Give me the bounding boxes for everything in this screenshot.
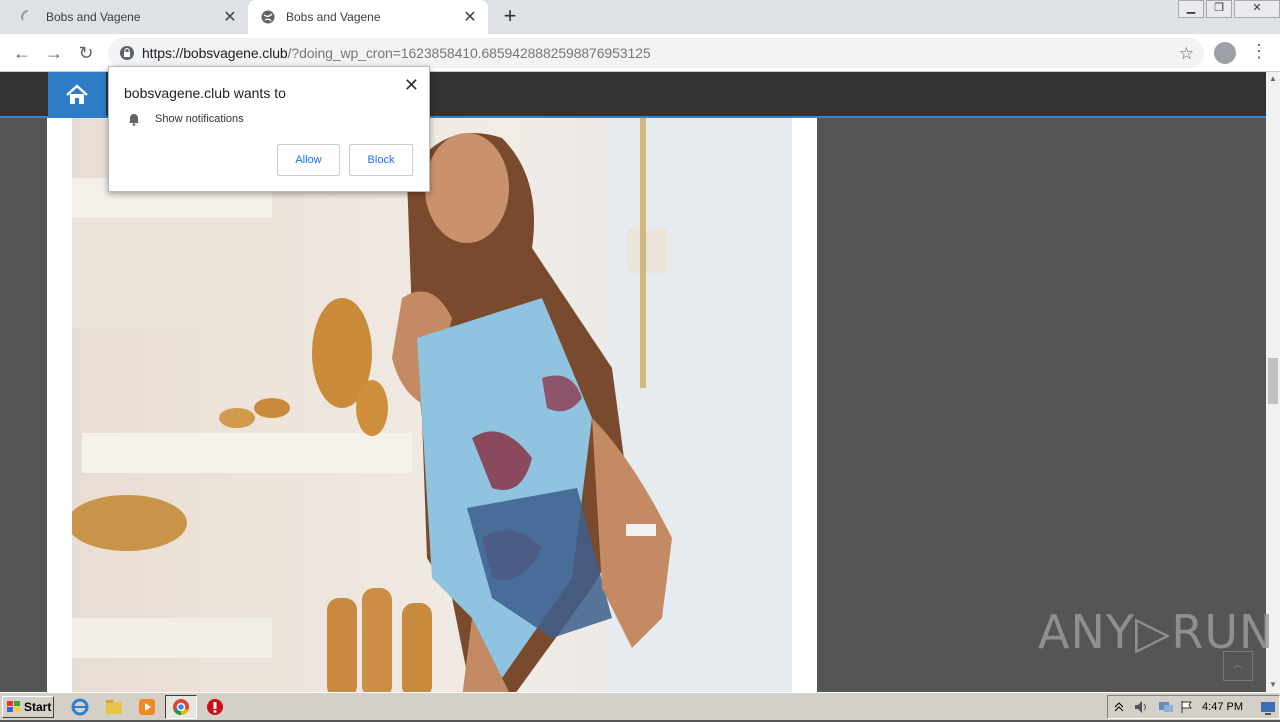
close-tab-icon[interactable]: ✕ [458, 7, 482, 27]
forward-icon[interactable]: → [42, 41, 66, 65]
anyrun-watermark: ANY▷RUN [1038, 605, 1275, 659]
network-icon[interactable] [1158, 700, 1173, 714]
internet-explorer-icon[interactable] [70, 697, 90, 717]
close-dialog-icon[interactable]: ✕ [404, 75, 419, 96]
allow-button[interactable]: Allow [277, 144, 340, 176]
start-label: Start [24, 700, 52, 714]
scroll-thumb[interactable] [1268, 358, 1278, 404]
taskbar-clock[interactable]: 4:47 PM [1202, 701, 1243, 713]
globe-icon [260, 9, 276, 25]
profile-avatar-icon[interactable] [1214, 42, 1236, 64]
show-desktop-icon[interactable] [1260, 701, 1275, 715]
tab-strip: Bobs and Vagene ✕ Bobs and Vagene ✕ + ▁ … [0, 0, 1280, 34]
bookmark-star-icon[interactable]: ☆ [1179, 44, 1194, 64]
tab-title: Bobs and Vagene [286, 10, 381, 24]
menu-icon[interactable]: ⋮ [1250, 41, 1268, 62]
back-icon[interactable]: ← [10, 41, 34, 65]
tray-expand-icon[interactable] [1114, 700, 1128, 714]
taskbar: Start 4:47 PM [0, 692, 1280, 720]
reload-icon[interactable]: ↻ [74, 41, 98, 65]
url-text: https://bobsvagene.club/?doing_wp_cron=1… [142, 45, 651, 61]
loading-spinner-icon [20, 9, 36, 25]
tab-1[interactable]: Bobs and Vagene ✕ [8, 0, 248, 34]
scroll-up-icon[interactable]: ▲ [1266, 72, 1280, 86]
scroll-down-icon[interactable]: ▼ [1266, 678, 1280, 692]
permission-label: Show notifications [155, 113, 244, 125]
chrome-icon [173, 699, 189, 716]
start-button[interactable]: Start [2, 696, 54, 718]
lock-icon [120, 46, 134, 60]
page-scrollbar[interactable]: ▲ ▼ [1266, 72, 1280, 692]
system-tray: 4:47 PM [1107, 695, 1280, 719]
windows-flag-icon [7, 701, 20, 712]
home-button[interactable] [48, 72, 106, 118]
window-controls: ▁ ❐ ✕ [1176, 0, 1280, 20]
tab-title: Bobs and Vagene [46, 10, 141, 24]
tab-2[interactable]: Bobs and Vagene ✕ [248, 0, 488, 34]
file-explorer-icon[interactable] [104, 697, 124, 717]
media-player-icon[interactable] [137, 697, 157, 717]
chrome-taskbar-button[interactable] [165, 695, 197, 719]
url-host: https://bobsvagene.club [142, 45, 288, 61]
url-path: /?doing_wp_cron=1623858410.6859428882598… [287, 45, 651, 61]
restore-icon[interactable]: ❐ [1206, 0, 1232, 18]
dialog-title: bobsvagene.club wants to [124, 85, 286, 101]
post-image[interactable] [72, 118, 792, 692]
opera-icon[interactable] [205, 697, 225, 717]
home-icon [66, 84, 88, 104]
permission-row: Show notifications [127, 112, 244, 126]
minimize-icon[interactable]: ▁ [1178, 0, 1204, 18]
browser-window: Bobs and Vagene ✕ Bobs and Vagene ✕ + ▁ … [0, 0, 1280, 720]
address-bar[interactable]: https://bobsvagene.club/?doing_wp_cron=1… [108, 38, 1204, 68]
close-window-icon[interactable]: ✕ [1234, 0, 1280, 18]
new-tab-button[interactable]: + [498, 5, 522, 29]
notification-permission-dialog: bobsvagene.club wants to ✕ Show notifica… [108, 66, 430, 192]
action-center-flag-icon[interactable] [1180, 700, 1194, 714]
close-tab-icon[interactable]: ✕ [218, 7, 242, 27]
post-content [47, 118, 817, 692]
block-button[interactable]: Block [349, 144, 413, 176]
bell-icon [129, 114, 139, 126]
volume-icon[interactable] [1134, 700, 1148, 714]
